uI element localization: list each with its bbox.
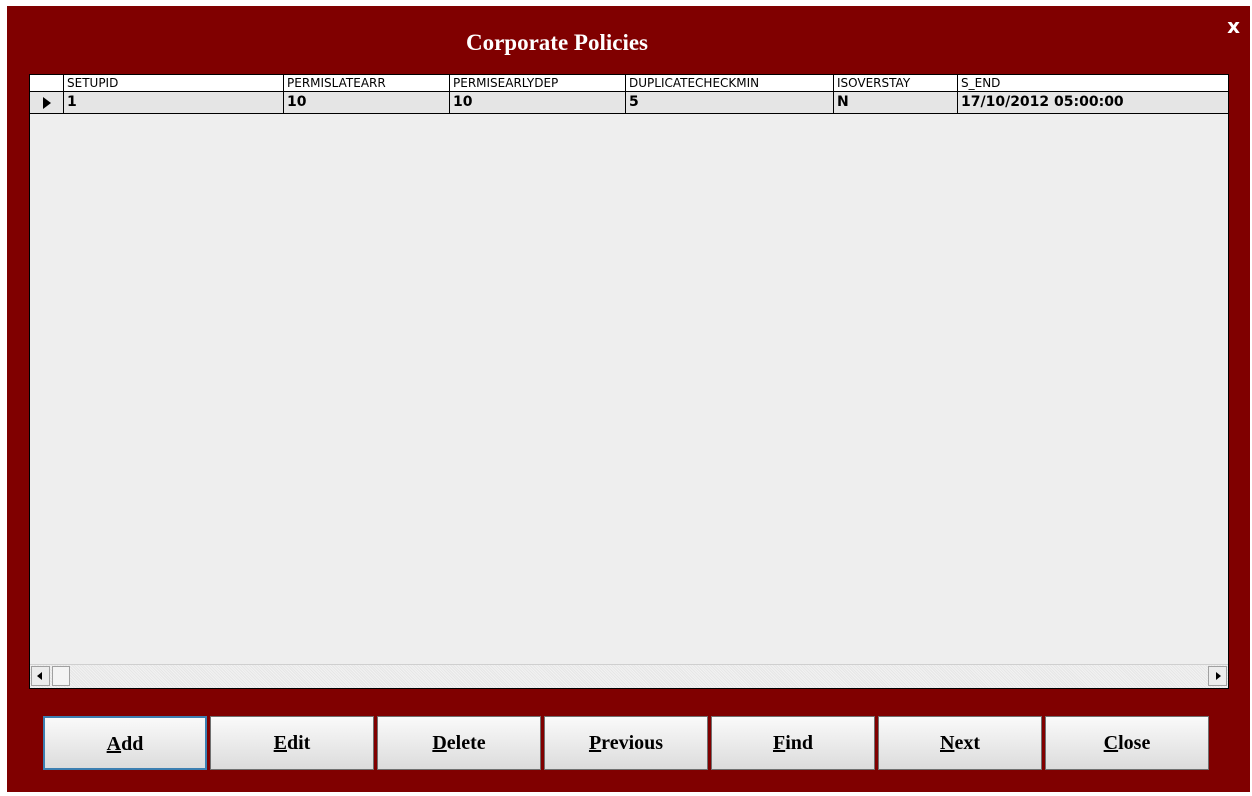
cell-duplicatecheckmin[interactable]: 5 [626,92,834,113]
close-icon[interactable]: x [1227,16,1240,36]
corporate-policies-window: Corporate Policies x SETUPID PERMISLATEA… [7,6,1250,792]
scroll-left-button[interactable] [31,666,50,686]
column-header-permisearlydep[interactable]: PERMISEARLYDEP [450,75,626,91]
edit-button[interactable]: Edit [210,716,374,770]
cell-isoverstay[interactable]: N [834,92,958,113]
current-row-arrow-icon [43,97,51,109]
column-header-s-end[interactable]: S_END [958,75,1228,91]
find-button[interactable]: Find [711,716,875,770]
column-header-setupid[interactable]: SETUPID [64,75,284,91]
scroll-left-icon [37,672,42,680]
delete-button[interactable]: Delete [377,716,541,770]
cell-setupid[interactable]: 1 [64,92,284,113]
close-button[interactable]: Close [1045,716,1209,770]
cell-permislatearr[interactable]: 10 [284,92,450,113]
column-header-duplicatecheckmin[interactable]: DUPLICATECHECKMIN [626,75,834,91]
column-header-isoverstay[interactable]: ISOVERSTAY [834,75,958,91]
button-bar: Add Edit Delete Previous Find Next Close [43,716,1213,772]
horizontal-scrollbar[interactable] [30,664,1228,688]
add-button[interactable]: Add [43,716,207,770]
grid-header: SETUPID PERMISLATEARR PERMISEARLYDEP DUP… [30,75,1228,92]
table-row[interactable]: 1 10 10 5 N 17/10/2012 05:00:00 [30,92,1228,114]
scroll-right-button[interactable] [1208,666,1227,686]
policies-grid[interactable]: SETUPID PERMISLATEARR PERMISEARLYDEP DUP… [29,74,1229,689]
header-corner [30,75,64,91]
cell-s-end[interactable]: 17/10/2012 05:00:00 [958,92,1228,113]
cell-permisearlydep[interactable]: 10 [450,92,626,113]
next-button[interactable]: Next [878,716,1042,770]
row-indicator[interactable] [30,92,64,113]
window-title: Corporate Policies [465,30,649,55]
scroll-thumb[interactable] [52,666,70,686]
previous-button[interactable]: Previous [544,716,708,770]
column-header-permislatearr[interactable]: PERMISLATEARR [284,75,450,91]
scroll-right-icon [1216,672,1221,680]
